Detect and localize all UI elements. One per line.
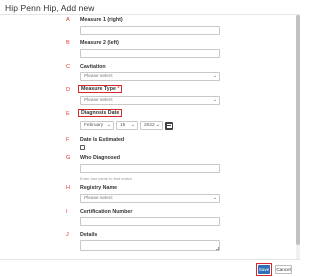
year-selected-value: 2022 [144, 123, 155, 128]
diagnosis-date-label: Diagnosis Date [78, 109, 123, 117]
field-letter-h: H [66, 185, 70, 191]
field-letter-c: C [66, 64, 70, 70]
who-diagnosed-hint: Enter last name to find match [80, 176, 133, 181]
field-letter-b: B [66, 40, 70, 46]
month-select[interactable]: February ⌄ [80, 121, 114, 130]
details-textarea[interactable] [80, 240, 220, 251]
measure-type-highlight: Measure Type * [78, 85, 123, 93]
chevron-down-icon: ⌄ [155, 122, 160, 128]
who-diagnosed-input[interactable] [80, 164, 220, 173]
header-divider [0, 14, 300, 15]
measure1-label: Measure 1 (right) [80, 17, 123, 23]
chevron-down-icon: ⌄ [212, 73, 217, 79]
field-letter-d: D [66, 87, 70, 93]
field-letter-g: G [66, 155, 71, 161]
resize-handle-icon[interactable] [215, 246, 219, 250]
dialog-title: Hip Penn Hip, Add new [5, 3, 95, 13]
field-letter-j: J [66, 232, 69, 238]
cavitation-select[interactable]: Please select ⌄ [80, 72, 220, 81]
measure-type-selected-value: Please select [84, 98, 113, 103]
measure1-input[interactable] [80, 26, 220, 35]
cancel-button[interactable]: Cancel [275, 265, 292, 274]
field-letter-f: F [66, 137, 70, 143]
registry-name-select[interactable]: Please select ⌄ [80, 194, 220, 203]
required-marker: * [117, 86, 120, 92]
cavitation-selected-value: Please select [84, 74, 113, 79]
scrollbar-thumb[interactable] [296, 15, 300, 245]
day-selected-value: 15 [120, 123, 126, 128]
day-select[interactable]: 15 ⌄ [116, 121, 138, 130]
month-selected-value: February [84, 123, 104, 128]
year-select[interactable]: 2022 ⌄ [140, 121, 163, 130]
calendar-icon[interactable] [165, 121, 173, 130]
field-letter-a: A [66, 17, 70, 23]
field-letter-i: I [66, 209, 68, 215]
cavitation-label: Cavitation [80, 64, 106, 70]
add-new-dialog: Hip Penn Hip, Add new A Measure 1 (right… [0, 0, 300, 277]
certification-number-label: Certification Number [80, 209, 133, 215]
chevron-down-icon: ⌄ [106, 122, 111, 128]
measure-type-label-text: Measure Type [81, 86, 116, 92]
field-letter-e: E [66, 111, 70, 117]
who-diagnosed-label: Who Diagnosed [80, 155, 121, 161]
registry-name-label: Registry Name [80, 185, 118, 191]
details-label: Details [80, 232, 98, 238]
save-button[interactable]: Save [258, 265, 270, 274]
diagnosis-date-highlight: Diagnosis Date [78, 109, 123, 117]
chevron-down-icon: ⌄ [212, 195, 217, 201]
footer-divider [0, 259, 300, 260]
chevron-down-icon: ⌄ [130, 122, 135, 128]
measure2-label: Measure 2 (left) [80, 40, 119, 46]
measure2-input[interactable] [80, 49, 220, 58]
date-estimated-label: Date Is Estimated [80, 137, 125, 143]
registry-name-selected-value: Please select [84, 196, 113, 201]
certification-number-input[interactable] [80, 217, 220, 226]
chevron-down-icon: ⌄ [212, 97, 217, 103]
date-estimated-checkbox[interactable] [80, 145, 85, 150]
measure-type-label: Measure Type * [78, 85, 123, 93]
measure-type-select[interactable]: Please select ⌄ [80, 96, 220, 105]
